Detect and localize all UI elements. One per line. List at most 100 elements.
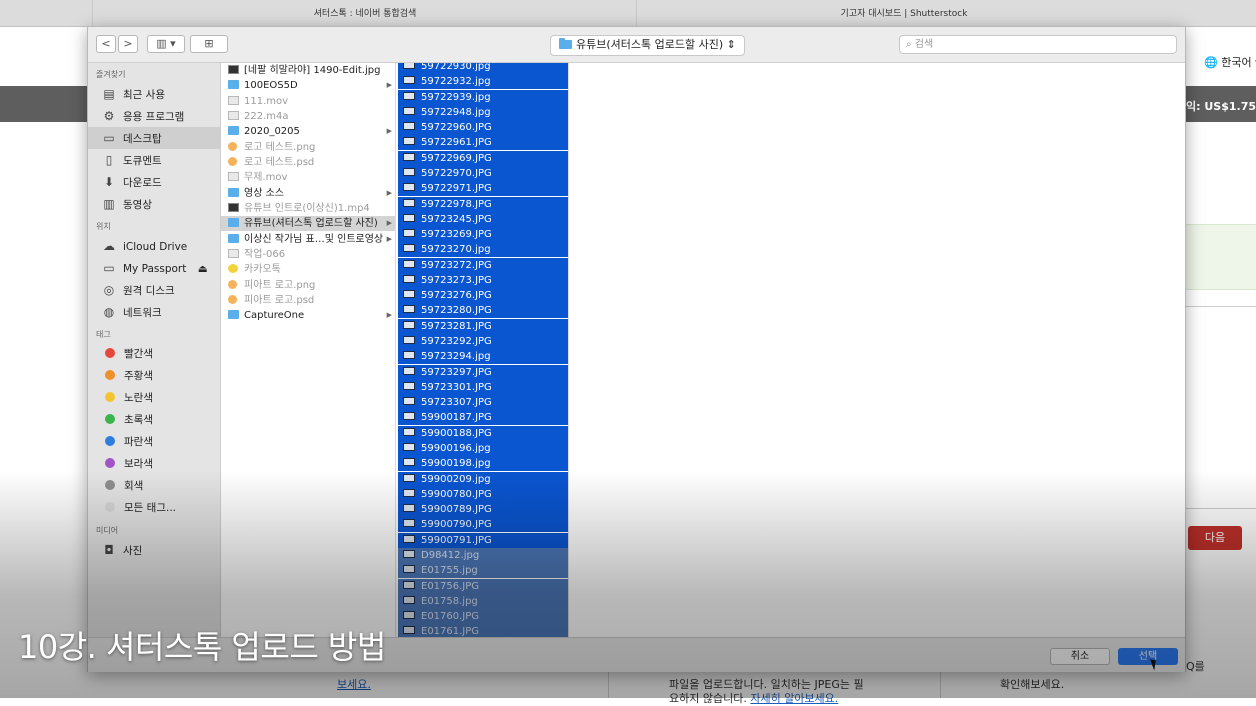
selected-file-item[interactable]: 59900209.jpg [398, 471, 568, 487]
file-list-item[interactable]: 로고 테스트.png [221, 140, 395, 155]
selected-file-item[interactable]: D98412.jpg [398, 547, 568, 563]
file-list-item[interactable]: 영상 소스 ▶ [221, 186, 395, 201]
selected-file-item[interactable]: 59900198.jpg [398, 456, 568, 472]
selected-file-item[interactable]: 59722930.jpg [398, 63, 568, 74]
selected-file-item[interactable]: 59723269.JPG [398, 227, 568, 243]
search-field[interactable]: ⌕ 검색 [899, 35, 1177, 54]
file-list-item[interactable]: 카카오톡 [221, 262, 395, 277]
selected-file-item[interactable]: 59900188.JPG [398, 425, 568, 441]
selected-file-item[interactable]: 59723276.JPG [398, 288, 568, 304]
selected-file-item[interactable]: E01758.jpg [398, 593, 568, 609]
eject-icon[interactable]: ⏏ [194, 263, 208, 275]
forward-button[interactable]: > [118, 35, 138, 53]
selected-file-item[interactable]: 59723307.JPG [398, 395, 568, 411]
file-list-item[interactable]: 작업-066 [221, 247, 395, 262]
selected-file-item[interactable]: 59722978.JPG [398, 196, 568, 212]
chevron-left-icon: < [101, 37, 111, 50]
disclosure-arrow-icon: ▶ [386, 127, 392, 136]
sidebar-item[interactable]: 주황색 [102, 365, 219, 387]
cancel-button[interactable]: 취소 [1050, 648, 1110, 665]
selected-file-item[interactable]: 59723270.jpg [398, 242, 568, 258]
sidebar-item[interactable]: 초록색 [102, 409, 219, 431]
selected-file-item[interactable]: 59723292.JPG [398, 334, 568, 350]
file-name: 59723307.JPG [421, 397, 492, 409]
select-button[interactable]: 선택 [1118, 648, 1178, 665]
file-list-item[interactable]: 피아트 로고.png [221, 278, 395, 293]
sidebar-item[interactable]: ▥ 동영상 [102, 193, 219, 215]
sidebar-item[interactable]: 파란색 [102, 431, 219, 453]
selected-file-item[interactable]: 59722932.jpg [398, 74, 568, 90]
sidebar-item[interactable]: ▤ 최근 사용 [102, 83, 219, 105]
view-mode-button[interactable]: ▥ ▾ [147, 35, 185, 53]
image-thumbnail-icon [403, 549, 415, 558]
selected-file-item[interactable]: 59900780.JPG [398, 486, 568, 502]
new-folder-button[interactable]: ⊞ [190, 35, 228, 53]
selected-file-item[interactable]: E01761.JPG [398, 624, 568, 637]
sidebar-item[interactable]: ⬇ 다운로드 [102, 171, 219, 193]
browser-column-1[interactable]: [네팔 히말라야] 1490-Edit.jpg 100EOS5D ▶ 111.mov 2… [221, 63, 396, 637]
selected-file-item[interactable]: 59723280.JPG [398, 303, 568, 319]
file-list-item[interactable]: CaptureOne ▶ [221, 308, 395, 323]
image-thumbnail-icon [403, 259, 415, 268]
file-list-item[interactable]: 로고 테스트.psd [221, 155, 395, 170]
selected-file-item[interactable]: 59723245.JPG [398, 211, 568, 227]
selected-file-item[interactable]: 59723281.JPG [398, 318, 568, 334]
selected-file-item[interactable]: 59900790.JPG [398, 517, 568, 533]
browser-tab-shutterstock[interactable]: 기고자 대시보드 | Shutterstock [636, 0, 1171, 26]
file-list-item[interactable]: 유튜브 인트로(이상신)1.mp4 [221, 201, 395, 216]
selected-file-item[interactable]: E01756.JPG [398, 578, 568, 594]
selected-file-item[interactable]: 59723301.JPG [398, 379, 568, 395]
browser-tab-naver[interactable]: 셔터스톡 : 네이버 통합검색 [92, 0, 637, 26]
check-text: 확인해보세요. [1000, 678, 1065, 691]
sidebar-item[interactable]: ◎ 원격 디스크 [102, 279, 219, 301]
file-list-item[interactable]: 피아트 로고.psd [221, 293, 395, 308]
image-thumbnail-icon [403, 320, 415, 329]
selected-file-item[interactable]: 59722969.JPG [398, 150, 568, 166]
selected-file-item[interactable]: 59900196.jpg [398, 441, 568, 456]
selected-file-item[interactable]: 59722961.JPG [398, 135, 568, 151]
sidebar-item[interactable]: ◘ 사진 [102, 539, 219, 561]
file-list-item[interactable]: [네팔 히말라야] 1490-Edit.jpg [221, 63, 395, 78]
file-list-item[interactable]: 이상신 작가님 표…및 인트로영상 ▶ [221, 232, 395, 247]
selected-file-item[interactable]: 59900789.JPG [398, 502, 568, 518]
help-link[interactable]: 보세요. [337, 676, 371, 692]
file-list-item[interactable]: 유튜브(셔터스톡 업로드할 사진) ▶ [221, 216, 395, 232]
file-list-item[interactable]: 2020_0205 ▶ [221, 124, 395, 139]
sidebar-item[interactable]: ▭ 데스크탑 [88, 127, 220, 149]
browser-column-2[interactable]: 59722930.jpg 59722932.jpg 59722939.jpg 5972… [396, 63, 569, 637]
selected-file-item[interactable]: 59722960.JPG [398, 120, 568, 136]
selected-file-item[interactable]: 59723294.jpg [398, 349, 568, 365]
sidebar-item[interactable]: 빨간색 [102, 343, 219, 365]
sidebar-item[interactable]: 노란색 [102, 387, 219, 409]
back-button[interactable]: < [96, 35, 116, 53]
file-list-item[interactable]: 222.m4a [221, 109, 395, 124]
selected-file-item[interactable]: 59723297.JPG [398, 364, 568, 380]
sidebar-item[interactable]: 보라색 [102, 453, 219, 475]
language-selector[interactable]: 🌐 한국어 ▾ [1204, 54, 1256, 70]
selected-file-item[interactable]: 59722970.JPG [398, 165, 568, 181]
file-list-item[interactable]: 100EOS5D ▶ [221, 78, 395, 93]
selected-file-item[interactable]: 59722939.jpg [398, 89, 568, 105]
file-list-item[interactable]: 무제.mov [221, 170, 395, 185]
sidebar-item[interactable]: 회색 [102, 475, 219, 497]
earnings-display[interactable]: 익: US$1.75 ▾ [1186, 98, 1256, 114]
selected-file-item[interactable]: 59900791.JPG [398, 532, 568, 548]
selected-file-item[interactable]: 59723272.JPG [398, 257, 568, 273]
next-button[interactable]: 다음 [1188, 526, 1242, 550]
location-popup[interactable]: 유튜브(셔터스톡 업로드할 사진) ⇕ [550, 35, 745, 56]
selected-file-item[interactable]: 59722948.jpg [398, 104, 568, 120]
sidebar-item[interactable]: ⚙ 응용 프로그램 [102, 105, 219, 127]
learn-more-link[interactable]: 자세히 알아보세요. [750, 692, 838, 705]
sidebar-item[interactable]: ☁ iCloud Drive [102, 235, 219, 257]
selected-file-item[interactable]: E01760.JPG [398, 609, 568, 625]
selected-file-item[interactable]: 59900187.JPG [398, 410, 568, 426]
selected-file-item[interactable]: 59722971.JPG [398, 181, 568, 197]
file-list-item[interactable]: 111.mov [221, 94, 395, 109]
sidebar-item[interactable]: ▯ 도큐멘트 [102, 149, 219, 171]
sidebar-item[interactable]: 모든 태그... [102, 497, 219, 519]
selected-file-item[interactable]: E01755.jpg [398, 563, 568, 579]
sidebar-item[interactable]: ◍ 네트워크 [102, 301, 219, 323]
file-name: 59723281.JPG [421, 320, 492, 332]
sidebar-item[interactable]: ▭ My Passport ⏏ [102, 257, 219, 279]
selected-file-item[interactable]: 59723273.JPG [398, 272, 568, 288]
